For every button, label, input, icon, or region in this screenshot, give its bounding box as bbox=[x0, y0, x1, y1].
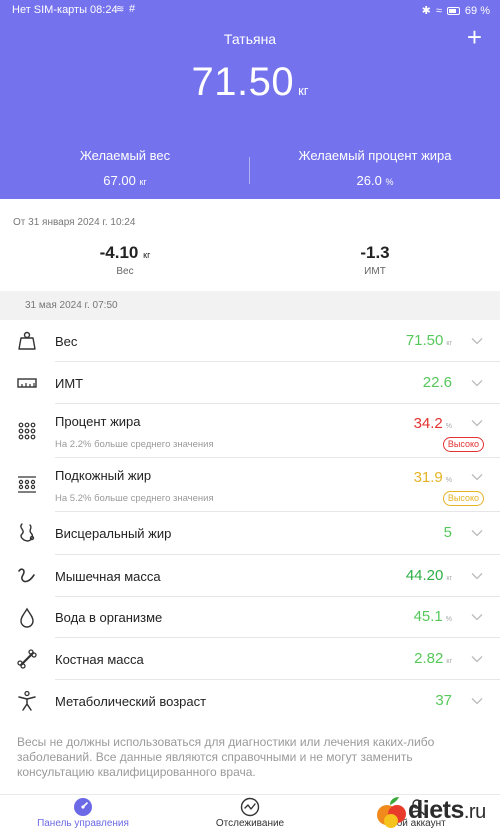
summary-header: Нет SIM-карты 08:24 ≋ # ✱ ≈ 69 % Татьяна… bbox=[0, 0, 500, 199]
metric-value: 31.9% bbox=[413, 469, 452, 486]
visceral-fat-icon bbox=[20, 523, 35, 542]
since-label: От 31 января 2024 г. 10:24 bbox=[13, 217, 136, 228]
metric-name: Мышечная масса bbox=[55, 569, 161, 584]
nav-dashboard[interactable]: Панель управления bbox=[0, 797, 166, 829]
bluetooth-icon: ✱ bbox=[421, 5, 431, 17]
target-weight[interactable]: Желаемый вес 67.00 кг bbox=[0, 148, 250, 188]
weight-unit: кг bbox=[298, 83, 309, 98]
metric-value: 2.82 кг bbox=[414, 650, 452, 667]
current-weight: 71.50 кг bbox=[0, 60, 500, 105]
metric-name: Метаболический возраст bbox=[55, 694, 207, 709]
battery-level: 69 % bbox=[464, 4, 490, 17]
metric-value: 5 bbox=[443, 524, 452, 541]
bmi-change: -1.3 ИМТ bbox=[250, 243, 500, 277]
nav-tracking[interactable]: Отслеживание bbox=[167, 797, 333, 829]
metric-row-bmi[interactable]: ИМТ 22.6 bbox=[0, 362, 500, 404]
hotspot-icon: ≋ bbox=[116, 4, 125, 15]
target-fat[interactable]: Желаемый процент жира 26.0 % bbox=[250, 148, 500, 188]
status-right: ✱ ≈ 69 % bbox=[421, 4, 490, 18]
muscle-icon bbox=[18, 568, 35, 583]
chevron-down-icon[interactable] bbox=[470, 610, 484, 624]
metric-value: 34.2% bbox=[413, 415, 452, 432]
metric-name: Вода в организме bbox=[55, 610, 163, 625]
metric-row-weight[interactable]: Вес 71.50 кг bbox=[0, 320, 500, 362]
metric-row-bone-mass[interactable]: Костная масса 2.82 кг bbox=[0, 638, 500, 680]
metric-name: Висцеральный жир bbox=[55, 526, 172, 541]
metric-row-muscle-mass[interactable]: Мышечная масса 44.20 кг bbox=[0, 555, 500, 597]
status-bar: Нет SIM-карты 08:24 ≋ # ✱ ≈ 69 % bbox=[0, 0, 500, 22]
metric-value: 37 bbox=[435, 692, 452, 709]
metric-row-body-water[interactable]: Вода в организме 45.1% bbox=[0, 597, 500, 638]
ruler-icon bbox=[17, 378, 37, 388]
fruit-logo-icon bbox=[377, 797, 406, 828]
metric-value: 45.1% bbox=[413, 608, 452, 625]
weight-value: 71.50 bbox=[191, 60, 295, 104]
chevron-down-icon[interactable] bbox=[470, 416, 484, 430]
chevron-down-icon[interactable] bbox=[470, 470, 484, 484]
metric-row-subcutaneous-fat[interactable]: Подкожный жир На 5.2% больше среднего зн… bbox=[0, 458, 500, 512]
bone-icon bbox=[17, 649, 37, 669]
metric-row-fat-percent[interactable]: Процент жира На 2.2% больше среднего зна… bbox=[0, 404, 500, 458]
chevron-down-icon[interactable] bbox=[470, 376, 484, 390]
metabolic-age-icon bbox=[18, 690, 36, 711]
subcutaneous-fat-icon bbox=[18, 476, 36, 493]
metric-note: На 2.2% больше среднего значения bbox=[55, 439, 214, 450]
target-weight-value: 67.00 кг bbox=[103, 173, 147, 188]
measurement-date-band: 31 мая 2024 г. 07:50 bbox=[0, 291, 500, 320]
grid-status-icon: # bbox=[129, 3, 136, 15]
chevron-down-icon[interactable] bbox=[470, 694, 484, 708]
dots-grid-icon bbox=[18, 422, 36, 440]
battery-icon bbox=[446, 6, 460, 15]
wifi-icon: ≈ bbox=[435, 4, 442, 17]
watermark-text: diets.ru bbox=[408, 796, 486, 824]
weight-icon bbox=[18, 331, 36, 350]
chevron-down-icon[interactable] bbox=[470, 569, 484, 583]
add-icon[interactable]: + bbox=[467, 24, 482, 50]
water-drop-icon bbox=[20, 607, 34, 628]
target-fat-value: 26.0 % bbox=[356, 173, 394, 188]
metric-name: Вес bbox=[55, 334, 78, 349]
chevron-down-icon[interactable] bbox=[470, 334, 484, 348]
chevron-down-icon[interactable] bbox=[470, 652, 484, 666]
user-name[interactable]: Татьяна bbox=[0, 31, 500, 47]
chevron-down-icon[interactable] bbox=[470, 526, 484, 540]
metric-name: Подкожный жир bbox=[55, 468, 152, 483]
metric-value: 22.6 bbox=[422, 374, 452, 391]
measurement-date: 31 мая 2024 г. 07:50 bbox=[25, 300, 118, 311]
target-weight-label: Желаемый вес bbox=[79, 148, 171, 163]
carrier-time: Нет SIM-карты 08:24 bbox=[12, 4, 118, 16]
metric-row-visceral-fat[interactable]: Висцеральный жир 5 bbox=[0, 512, 500, 555]
nav-dashboard-label: Панель управления bbox=[37, 818, 129, 829]
nav-tracking-label: Отслеживание bbox=[215, 818, 285, 829]
tracking-icon bbox=[240, 797, 260, 817]
metric-name: Процент жира bbox=[55, 414, 141, 429]
metric-note: На 5.2% больше среднего значения bbox=[55, 493, 214, 504]
metric-name: ИМТ bbox=[55, 376, 84, 391]
dashboard-icon bbox=[74, 798, 92, 816]
status-badge: Высоко bbox=[442, 437, 484, 452]
target-fat-label: Желаемый процент жира bbox=[298, 148, 452, 163]
site-watermark: diets.ru bbox=[375, 792, 500, 832]
metric-name: Костная масса bbox=[55, 652, 144, 667]
metric-value: 71.50 кг bbox=[405, 332, 452, 349]
bmi-change-label: ИМТ bbox=[364, 266, 386, 277]
metric-row-metabolic-age[interactable]: Метаболический возраст 37 bbox=[0, 680, 500, 722]
disclaimer-text: Весы не должны использоваться для диагно… bbox=[17, 735, 435, 779]
weight-change: -4.10 кг Вес bbox=[0, 243, 250, 277]
status-badge: Высоко bbox=[442, 491, 484, 506]
metric-value: 44.20 кг bbox=[405, 567, 452, 584]
weight-change-label: Вес bbox=[116, 266, 134, 277]
